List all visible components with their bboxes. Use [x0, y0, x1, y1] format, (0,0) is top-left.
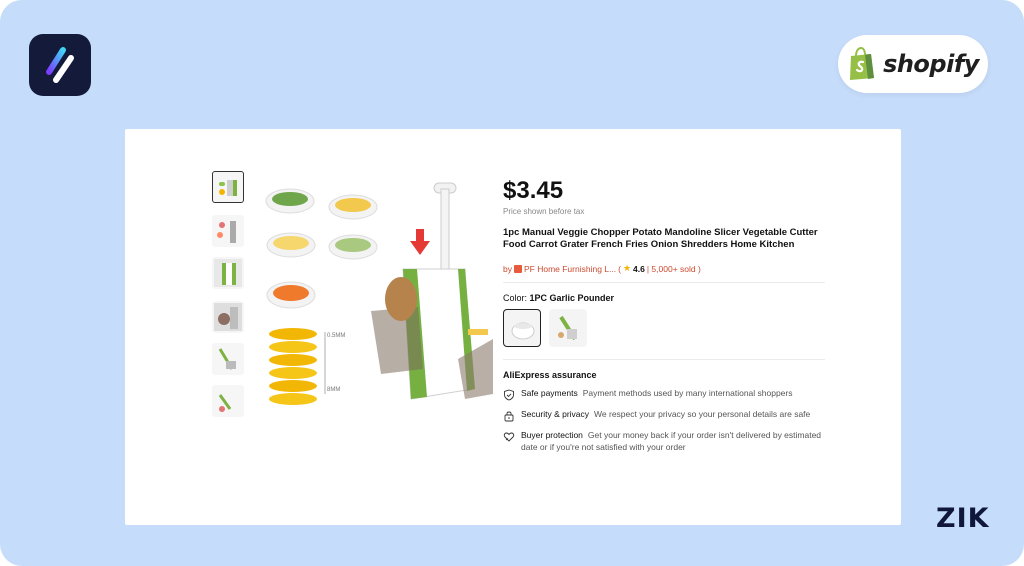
assurance-title: AliExpress assurance	[503, 370, 597, 380]
assurance-buyer-protection: Buyer protection Get your money back if y…	[503, 430, 825, 453]
shield-check-icon	[504, 389, 514, 401]
seller-name-link[interactable]: PF Home Furnishing L...	[524, 264, 616, 274]
assurance-label: Buyer protection	[521, 430, 583, 440]
zik-logo: ZIK	[936, 503, 990, 534]
assurance-label: Security & privacy	[521, 409, 590, 419]
swatch-slicer[interactable]	[549, 309, 587, 347]
color-swatches	[503, 309, 825, 347]
thumbnail-4[interactable]	[212, 301, 244, 333]
app-logo-icon	[29, 34, 91, 96]
color-value: 1PC Garlic Pounder	[529, 293, 615, 303]
heart-hand-icon	[503, 432, 515, 442]
color-label: Color: 1PC Garlic Pounder	[503, 293, 825, 303]
thumbnail-3[interactable]	[212, 257, 244, 289]
thumbnail-6[interactable]	[212, 385, 244, 417]
slice-label-top: 0.5MM	[327, 333, 345, 339]
divider	[503, 359, 825, 360]
background-frame: shopify 0.5MM 8MM $3.45 Price shown befo…	[0, 0, 1024, 566]
assurance-label: Safe payments	[521, 388, 578, 398]
product-info: $3.45 Price shown before tax 1pc Manual …	[503, 177, 825, 453]
slice-label-bottom: 8MM	[327, 387, 340, 393]
sold-count: | 5,000+ sold )	[646, 263, 701, 274]
star-icon: ★	[622, 263, 632, 273]
divider	[503, 282, 825, 283]
thumbnail-5[interactable]	[212, 343, 244, 375]
lock-icon	[504, 411, 514, 422]
rating-open: (	[618, 263, 621, 274]
main-product-image[interactable]: 0.5MM 8MM	[253, 169, 493, 409]
product-price: $3.45	[503, 177, 564, 204]
seller-line: by PF Home Furnishing L... ( ★ 4.6 | 5,0…	[503, 263, 825, 274]
assurance-text: We respect your privacy so your personal…	[594, 409, 811, 419]
color-label-prefix: Color:	[503, 293, 530, 303]
price-note: Price shown before tax	[503, 207, 585, 216]
seller-prefix: by	[503, 263, 512, 274]
assurance-security-privacy: Security & privacy We respect your privac…	[503, 409, 825, 422]
shopify-bag-icon	[850, 47, 875, 80]
thumbnail-1[interactable]	[212, 171, 244, 203]
assurance-safe-payments: Safe payments Payment methods used by man…	[503, 388, 825, 401]
thumbnail-2[interactable]	[212, 215, 244, 247]
product-title: 1pc Manual Veggie Chopper Potato Mandoli…	[503, 227, 818, 250]
shopify-badge: shopify	[838, 35, 988, 93]
assurance-text: Payment methods used by many internation…	[582, 388, 793, 398]
swatch-garlic-pounder[interactable]	[503, 309, 541, 347]
shopify-wordmark: shopify	[883, 50, 979, 78]
rating-value[interactable]: 4.6	[633, 264, 645, 274]
store-icon	[513, 264, 522, 273]
product-card: 0.5MM 8MM $3.45 Price shown before tax 1…	[125, 129, 901, 525]
